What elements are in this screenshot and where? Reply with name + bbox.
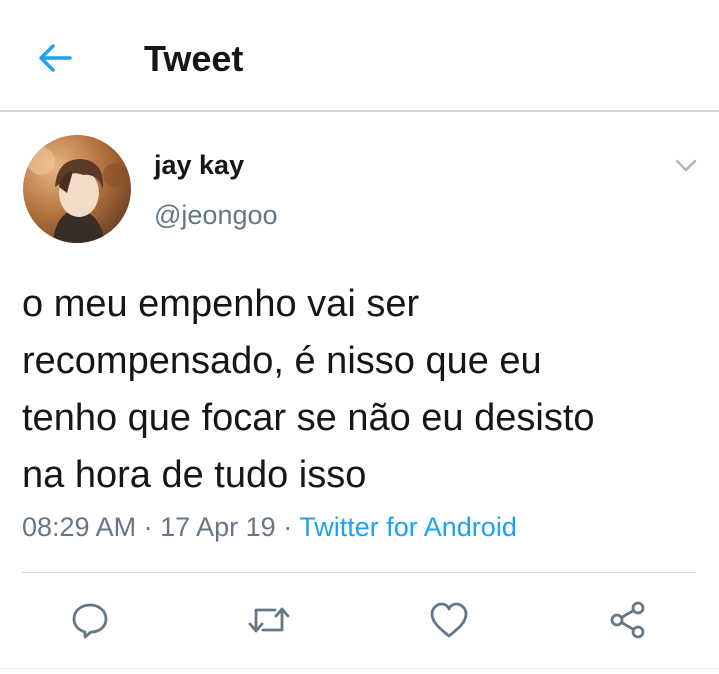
like-icon: [430, 602, 468, 638]
author-handle[interactable]: @jeongoo: [154, 200, 278, 231]
tweet-time: 08:29 AM: [22, 512, 137, 542]
tweet-source-link[interactable]: Twitter for Android: [299, 512, 517, 542]
back-arrow-icon: [39, 44, 72, 72]
chevron-down-icon: [675, 159, 697, 172]
tweet-text-line: o meu empenho vai ser: [22, 283, 420, 325]
tweet-meta: 08:29 AM · 17 Apr 19 · Twitter for Andro…: [22, 512, 517, 543]
share-icon: [610, 601, 645, 639]
like-button[interactable]: [427, 598, 471, 642]
divider: [22, 572, 696, 573]
tweet-text-line: na hora de tudo isso: [22, 454, 367, 496]
tweet-text: o meu empenho vai ser recompensado, é ni…: [22, 276, 702, 504]
tweet-text-line: tenho que focar se não eu desisto: [22, 397, 595, 439]
reply-icon: [72, 603, 108, 639]
retweet-icon: [248, 607, 290, 633]
tweet-text-line: recompensado, é nisso que eu: [22, 340, 542, 382]
divider: [0, 668, 719, 669]
reply-button[interactable]: [68, 598, 112, 642]
back-button[interactable]: [34, 37, 76, 79]
app-header: Tweet: [0, 0, 719, 112]
tweet-date: 17 Apr 19: [160, 512, 276, 542]
meta-separator: ·: [143, 512, 153, 542]
retweet-button[interactable]: [247, 598, 291, 642]
meta-separator: ·: [283, 512, 293, 542]
page-title: Tweet: [144, 38, 244, 79]
share-button[interactable]: [606, 598, 650, 642]
avatar[interactable]: [23, 135, 131, 243]
tweet-options-button[interactable]: [672, 152, 700, 180]
author-display-name[interactable]: jay kay: [154, 150, 244, 181]
